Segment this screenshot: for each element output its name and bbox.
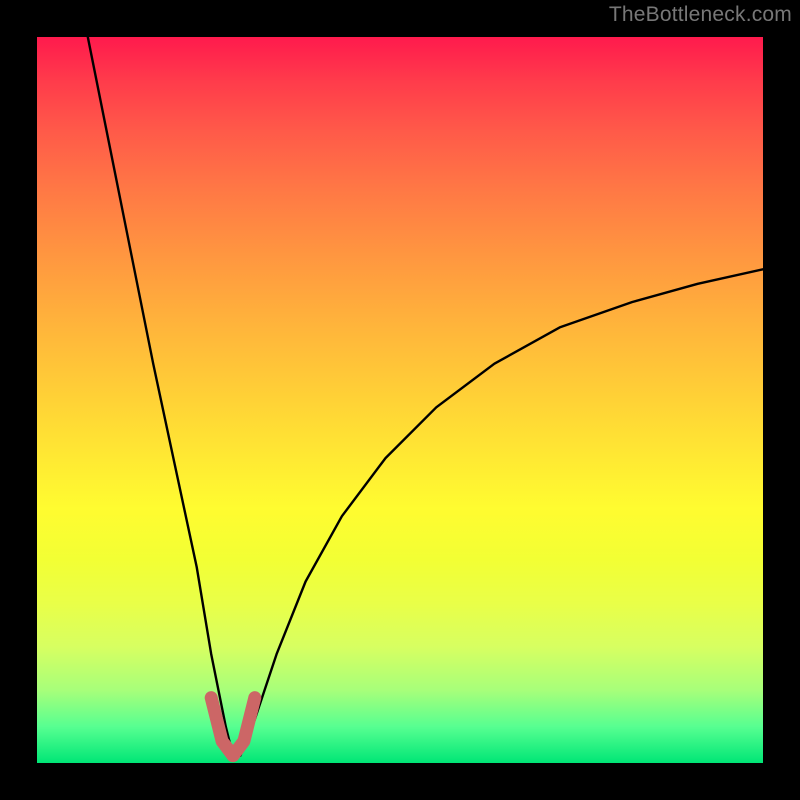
valley-highlight xyxy=(211,698,255,756)
watermark-text: TheBottleneck.com xyxy=(609,3,792,27)
bottleneck-curve xyxy=(88,37,763,756)
curve-overlay xyxy=(37,37,763,763)
outer-frame: TheBottleneck.com xyxy=(0,0,800,800)
